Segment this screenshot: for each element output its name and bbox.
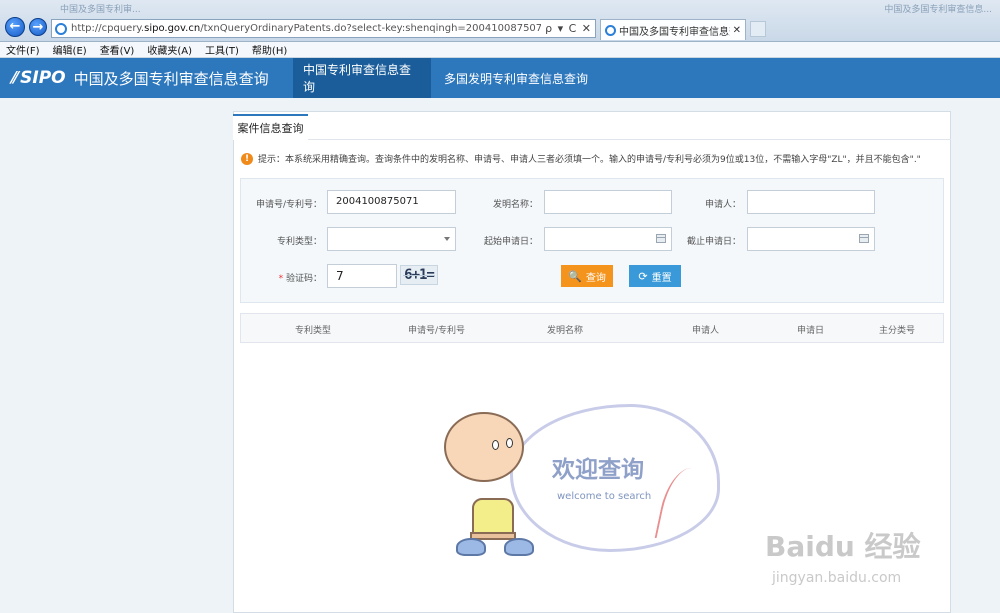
reset-button-label: 重置 (651, 272, 672, 284)
end-date-input[interactable] (747, 227, 875, 251)
cartoon-kid-shoe (504, 538, 534, 556)
ie-icon (55, 22, 67, 35)
calendar-icon[interactable] (656, 234, 666, 243)
end-date-label: 截止申请日： (686, 237, 741, 247)
menu-view[interactable]: 查看(V) (100, 42, 135, 57)
site-logo[interactable]: ⫽ SIPO 中国及多国专利审查信息查询 (0, 58, 293, 98)
cartoon-kid-shoe (456, 538, 486, 556)
column-main-class: 主分类号 (879, 326, 916, 336)
baidu-watermark: Baidu 经验 (765, 530, 921, 563)
baidu-watermark-url: jingyan.baidu.com (772, 570, 902, 586)
menu-favorites[interactable]: 收藏夹(A) (147, 42, 192, 57)
tab-close-icon[interactable]: ✕ (733, 25, 741, 36)
menu-file[interactable]: 文件(F) (6, 42, 40, 57)
patent-type-select[interactable] (327, 227, 456, 251)
forward-button[interactable]: → (29, 18, 47, 36)
forward-arrow-icon: → (32, 20, 44, 35)
refresh-icon: ⟳ (638, 269, 648, 283)
kid-eye (492, 440, 499, 450)
window-title-right: 中国及多国专利审查信息... (884, 5, 992, 15)
back-arrow-icon: ← (9, 19, 21, 34)
captcha-image[interactable]: 6+1= (400, 265, 438, 285)
results-table-header: 专利类型 申请号/专利号 发明名称 申请人 申请日 主分类号 (240, 313, 944, 343)
warning-icon: ! (241, 152, 253, 165)
address-tools[interactable]: ρ ▾ C ✕ (545, 22, 592, 35)
column-invention-name: 发明名称 (547, 326, 584, 336)
logo-brand: SIPO (20, 68, 66, 88)
welcome-title: 欢迎查询 (552, 457, 644, 483)
tab-case-query[interactable]: 案件信息查询 (233, 114, 308, 140)
start-date-input[interactable] (544, 227, 672, 251)
ie-icon (605, 24, 616, 36)
site-header: ⫽ SIPO 中国及多国专利审查信息查询 中国专利审查信息查询 多国发明专利审查… (0, 58, 1000, 98)
invention-name-input[interactable] (544, 190, 672, 214)
column-application-date: 申请日 (797, 326, 825, 336)
welcome-illustration: 欢迎查询 welcome to search (432, 398, 732, 570)
reset-button[interactable]: ⟳ 重置 (629, 265, 681, 287)
sipo-logo-icon: ⫽ (10, 68, 17, 87)
column-application-number: 申请号/专利号 (408, 326, 466, 336)
browser-tab[interactable]: 中国及多国专利审查信息查... ✕ (600, 19, 746, 40)
address-url[interactable]: http://cpquery.sipo.gov.cn/txnQueryOrdin… (71, 23, 541, 34)
patent-type-label: 专利类型： (276, 237, 322, 247)
welcome-subtitle: welcome to search (557, 491, 652, 502)
cartoon-kid-head (444, 412, 524, 482)
address-bar[interactable]: http://cpquery.sipo.gov.cn/txnQueryOrdin… (51, 19, 596, 38)
calendar-icon[interactable] (859, 234, 869, 243)
start-date-label: 起始申请日： (483, 237, 538, 247)
application-number-input[interactable]: 2004100875071 (327, 190, 456, 214)
browser-chrome: 中国及多国专利审... 中国及多国专利审查信息... ← → http://cp… (0, 0, 1000, 42)
site-name: 中国及多国专利审查信息查询 (73, 69, 269, 88)
column-patent-type: 专利类型 (295, 326, 332, 336)
menu-bar: 文件(F) 编辑(E) 查看(V) 收藏夹(A) 工具(T) 帮助(H) (0, 42, 1000, 58)
tab-title: 中国及多国专利审查信息查... (619, 26, 730, 38)
search-button-label: 查询 (585, 272, 606, 284)
application-number-label: 申请号/专利号： (255, 200, 322, 210)
kid-eye (506, 438, 513, 448)
new-tab-button[interactable] (750, 21, 766, 37)
cartoon-kid-body (472, 498, 514, 536)
captcha-input[interactable]: 7 (327, 264, 397, 288)
applicant-label: 申请人： (704, 200, 741, 210)
search-icon: 🔍 (568, 269, 582, 283)
menu-tools[interactable]: 工具(T) (205, 42, 239, 57)
tab-china-patent[interactable]: 中国专利审查信息查询 (293, 58, 431, 98)
notice-text: 提示：本系统采用精确查询。查询条件中的发明名称、申请号、申请人三者必须填一个。输… (258, 155, 921, 165)
back-button[interactable]: ← (5, 17, 25, 37)
menu-edit[interactable]: 编辑(E) (53, 42, 87, 57)
window-title: 中国及多国专利审... (60, 5, 141, 15)
invention-name-label: 发明名称： (492, 200, 538, 210)
required-star: * (278, 274, 284, 284)
applicant-input[interactable] (747, 190, 875, 214)
column-applicant: 申请人 (692, 326, 720, 336)
search-button[interactable]: 🔍 查询 (561, 265, 613, 287)
notice: ! 提示：本系统采用精确查询。查询条件中的发明名称、申请号、申请人三者必须填一个… (241, 152, 921, 165)
menu-help[interactable]: 帮助(H) (252, 42, 287, 57)
captcha-label: * 验证码： (278, 274, 322, 284)
panel-divider (233, 139, 951, 140)
tab-multi-country-patent[interactable]: 多国发明专利审查信息查询 (431, 58, 598, 98)
chevron-down-icon (444, 237, 450, 241)
